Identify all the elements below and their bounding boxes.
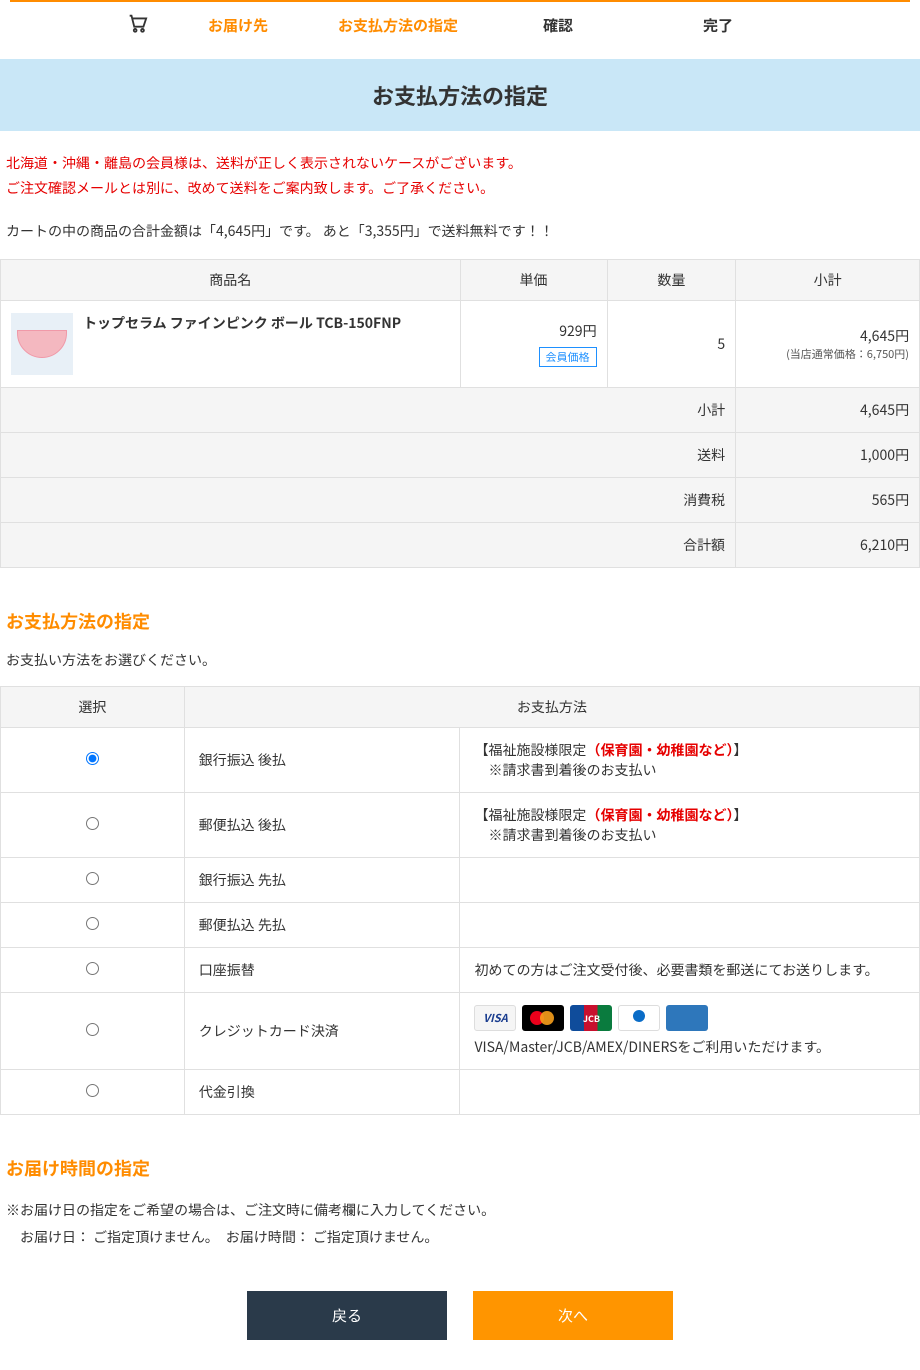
- payment-method-row: 銀行振込 先払: [1, 858, 920, 903]
- member-price-badge: 会員価格: [539, 347, 597, 367]
- payment-method-name: 郵便払込 後払: [184, 793, 460, 858]
- cart-icon: [122, 12, 152, 39]
- payment-method-row: 郵便払込 先払: [1, 903, 920, 948]
- step-complete: 完了: [638, 12, 798, 39]
- totals-label: 送料: [1, 433, 736, 478]
- totals-row: 消費税 565円: [1, 478, 920, 523]
- page-title: お支払方法の指定: [0, 59, 920, 131]
- payment-radio[interactable]: [86, 917, 99, 930]
- payment-section-title: お支払方法の指定: [6, 608, 914, 634]
- totals-label: 合計額: [1, 523, 736, 568]
- th-qty: 数量: [607, 260, 736, 301]
- payment-method-desc: [460, 858, 920, 903]
- step-address: お届け先: [158, 12, 318, 39]
- totals-row: 合計額 6,210円: [1, 523, 920, 568]
- subtotal-cell: 4,645円 (当店通常価格：6,750円): [736, 301, 920, 388]
- diners-card-icon: [618, 1005, 660, 1031]
- payment-method-desc: VISAJCBVISA/Master/JCB/AMEX/DINERSをご利用いた…: [460, 993, 920, 1070]
- payment-method-row: 郵便払込 後払【福祉施設様限定（保育園・幼稚園など）】 ※請求書到着後のお支払い: [1, 793, 920, 858]
- unit-price-cell: 929円 会員価格: [460, 301, 607, 388]
- totals-value: 4,645円: [736, 388, 920, 433]
- payment-radio[interactable]: [86, 872, 99, 885]
- totals-row: 小計 4,645円: [1, 388, 920, 433]
- payment-radio[interactable]: [86, 1084, 99, 1097]
- totals-value: 1,000円: [736, 433, 920, 478]
- payment-method-desc: 初めての方はご注文受付後、必要書類を郵送にてお送りします。: [460, 948, 920, 993]
- card-logos: VISA JCB: [474, 1005, 905, 1031]
- payment-methods-table: 選択 お支払方法 銀行振込 後払【福祉施設様限定（保育園・幼稚園など）】 ※請求…: [0, 686, 920, 1115]
- unit-price: 929円: [471, 321, 597, 341]
- totals-value: 565円: [736, 478, 920, 523]
- delivery-note-line: お届け日： ご指定頂けません。 お届け時間： ご指定頂けません。: [6, 1224, 914, 1251]
- quantity: 5: [607, 301, 736, 388]
- payment-method-name: 口座振替: [184, 948, 460, 993]
- th-select: 選択: [1, 687, 185, 728]
- mastercard-icon: [522, 1005, 564, 1031]
- th-sub: 小計: [736, 260, 920, 301]
- delivery-section-title: お届け時間の指定: [6, 1155, 914, 1181]
- totals-label: 小計: [1, 388, 736, 433]
- payment-lead: お支払い方法をお選びください。: [6, 650, 914, 670]
- totals-label: 消費税: [1, 478, 736, 523]
- product-thumbnail: [11, 313, 73, 375]
- product-name: トップセラム ファインピンク ボール TCB-150FNP: [83, 313, 401, 333]
- action-buttons: 戻る 次へ: [0, 1291, 920, 1340]
- totals-value: 6,210円: [736, 523, 920, 568]
- payment-radio[interactable]: [86, 817, 99, 830]
- payment-method-row: 銀行振込 後払【福祉施設様限定（保育園・幼稚園など）】 ※請求書到着後のお支払い: [1, 728, 920, 793]
- th-method: お支払方法: [184, 687, 919, 728]
- payment-method-name: 郵便払込 先払: [184, 903, 460, 948]
- payment-method-name: 銀行振込 後払: [184, 728, 460, 793]
- delivery-note-line: ※お届け日の指定をご希望の場合は、ご注文時に備考欄に入力してください。: [6, 1197, 914, 1224]
- payment-radio[interactable]: [86, 962, 99, 975]
- totals-row: 送料 1,000円: [1, 433, 920, 478]
- payment-method-name: クレジットカード決済: [184, 993, 460, 1070]
- cart-total-message: カートの中の商品の合計金額は「4,645円」です。 あと「3,355円」で送料無…: [6, 221, 914, 241]
- th-name: 商品名: [1, 260, 461, 301]
- back-button[interactable]: 戻る: [247, 1291, 447, 1340]
- payment-method-desc: [460, 1070, 920, 1115]
- step-confirm: 確認: [478, 12, 638, 39]
- visa-card-icon: VISA: [474, 1005, 516, 1031]
- payment-method-row: クレジットカード決済VISAJCBVISA/Master/JCB/AMEX/DI…: [1, 993, 920, 1070]
- shipping-notice: 北海道・沖縄・離島の会員様は、送料が正しく表示されないケースがございます。 ご注…: [6, 151, 914, 201]
- regular-price: (当店通常価格：6,750円): [746, 346, 909, 362]
- payment-radio[interactable]: [86, 752, 99, 765]
- payment-method-name: 銀行振込 先払: [184, 858, 460, 903]
- next-button[interactable]: 次へ: [473, 1291, 673, 1340]
- notice-line: 北海道・沖縄・離島の会員様は、送料が正しく表示されないケースがございます。: [6, 151, 914, 176]
- jcb-card-icon: JCB: [570, 1005, 612, 1031]
- payment-method-name: 代金引換: [184, 1070, 460, 1115]
- notice-line: ご注文確認メールとは別に、改めて送料をご案内致します。ご了承ください。: [6, 176, 914, 201]
- table-row: トップセラム ファインピンク ボール TCB-150FNP 929円 会員価格 …: [1, 301, 920, 388]
- item-subtotal: 4,645円: [746, 326, 909, 346]
- payment-method-row: 口座振替初めての方はご注文受付後、必要書類を郵送にてお送りします。: [1, 948, 920, 993]
- step-payment: お支払方法の指定: [318, 12, 478, 39]
- payment-method-desc: 【福祉施設様限定（保育園・幼稚園など）】 ※請求書到着後のお支払い: [460, 728, 920, 793]
- payment-method-desc: 【福祉施設様限定（保育園・幼稚園など）】 ※請求書到着後のお支払い: [460, 793, 920, 858]
- payment-method-row: 代金引換: [1, 1070, 920, 1115]
- delivery-note: ※お届け日の指定をご希望の場合は、ご注文時に備考欄に入力してください。 お届け日…: [6, 1197, 914, 1250]
- cart-items-table: 商品名 単価 数量 小計 トップセラム ファインピンク ボール TCB-150F…: [0, 259, 920, 568]
- payment-method-desc: [460, 903, 920, 948]
- payment-radio[interactable]: [86, 1023, 99, 1036]
- th-unit: 単価: [460, 260, 607, 301]
- amex-card-icon: [666, 1005, 708, 1031]
- checkout-steps: お届け先 お支払方法の指定 確認 完了: [10, 0, 910, 39]
